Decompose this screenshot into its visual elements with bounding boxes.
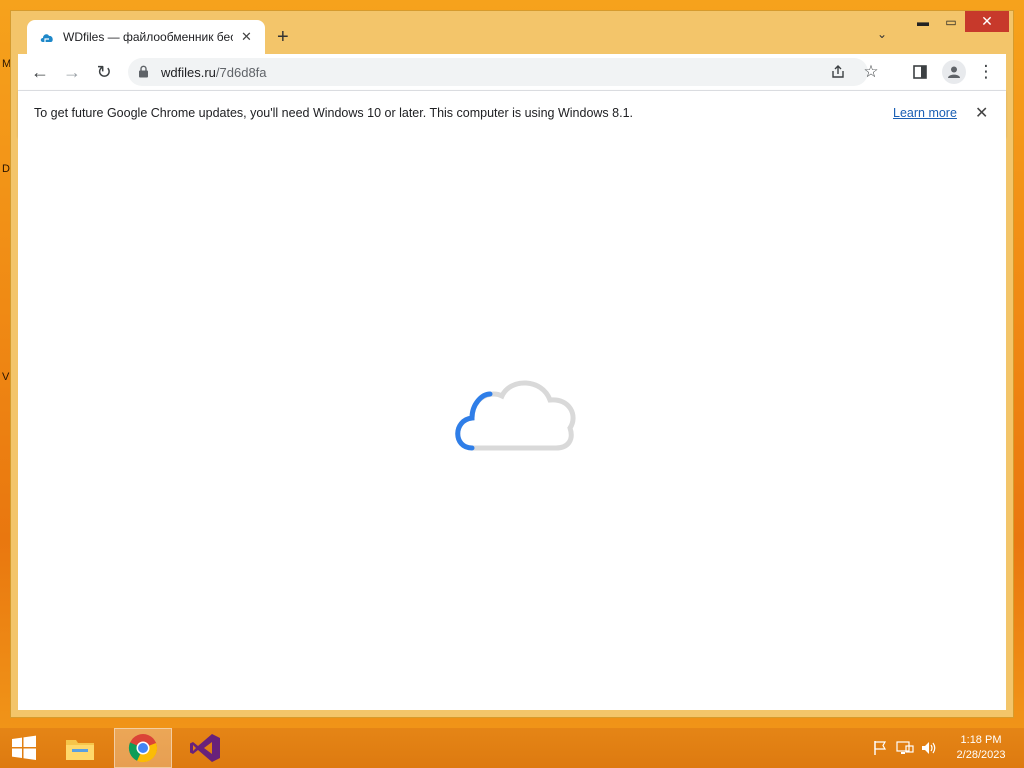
share-icon[interactable] <box>828 62 848 82</box>
visual-studio-icon[interactable] <box>180 728 230 768</box>
forward-icon[interactable]: → <box>62 62 82 82</box>
infobar-close-icon[interactable]: ✕ <box>975 103 988 123</box>
bookmark-star-icon[interactable]: ☆ <box>861 62 881 82</box>
close-window-button[interactable]: ✕ <box>965 11 1009 32</box>
chrome-menu-icon[interactable]: ⋮ <box>976 62 996 82</box>
tab-close-icon[interactable]: ✕ <box>241 29 252 45</box>
browser-tab[interactable]: WDfiles — файлообменник бесплатный ✕ <box>27 20 265 54</box>
cloud-loading-icon <box>450 376 580 461</box>
desktop-icon-label: D <box>2 163 10 175</box>
profile-avatar-icon[interactable] <box>942 60 966 84</box>
clock-date: 2/28/2023 <box>956 749 1006 761</box>
network-icon[interactable] <box>896 740 914 756</box>
back-icon[interactable]: ← <box>30 62 50 82</box>
desktop-icon-label: V <box>2 371 10 383</box>
browser-toolbar: ← → ↻ wdfiles.ru/7d6d8fa ☆ ⋮ <box>18 54 1006 90</box>
tab-search-icon[interactable]: ⌄ <box>877 27 887 41</box>
learn-more-link[interactable]: Learn more <box>893 106 957 120</box>
cloud-favicon-icon <box>39 29 55 45</box>
volume-icon[interactable] <box>920 740 938 756</box>
address-bar[interactable]: wdfiles.ru/7d6d8fa ☆ <box>128 58 879 86</box>
side-panel-icon[interactable] <box>910 62 930 82</box>
page-content <box>18 136 1006 710</box>
clock-time: 1:18 PM <box>960 734 1002 746</box>
file-explorer-icon[interactable] <box>58 728 102 768</box>
tab-title: WDfiles — файлообменник бесплатный <box>63 30 233 44</box>
minimize-button[interactable]: ▬ <box>909 11 937 32</box>
windows-taskbar: 1:18 PM 2/28/2023 <box>0 728 1024 768</box>
maximize-button[interactable]: ▭ <box>937 11 965 32</box>
browser-window: ▬ ▭ ✕ WDfiles — файлообменник бесплатный… <box>10 10 1014 718</box>
infobar-message: To get future Google Chrome updates, you… <box>34 106 633 120</box>
url-host: wdfiles.ru <box>161 65 216 80</box>
chrome-icon[interactable] <box>114 728 172 768</box>
new-tab-button[interactable]: + <box>277 27 289 47</box>
lock-icon[interactable] <box>138 65 149 83</box>
update-infobar: To get future Google Chrome updates, you… <box>18 90 1006 137</box>
reload-icon[interactable]: ↻ <box>94 62 114 82</box>
flag-icon[interactable] <box>872 740 888 756</box>
system-clock[interactable]: 1:18 PM 2/28/2023 <box>950 733 1012 763</box>
url-path: /7d6d8fa <box>215 65 267 80</box>
start-icon[interactable] <box>4 728 44 768</box>
url-text: wdfiles.ru/7d6d8fa <box>161 65 267 80</box>
